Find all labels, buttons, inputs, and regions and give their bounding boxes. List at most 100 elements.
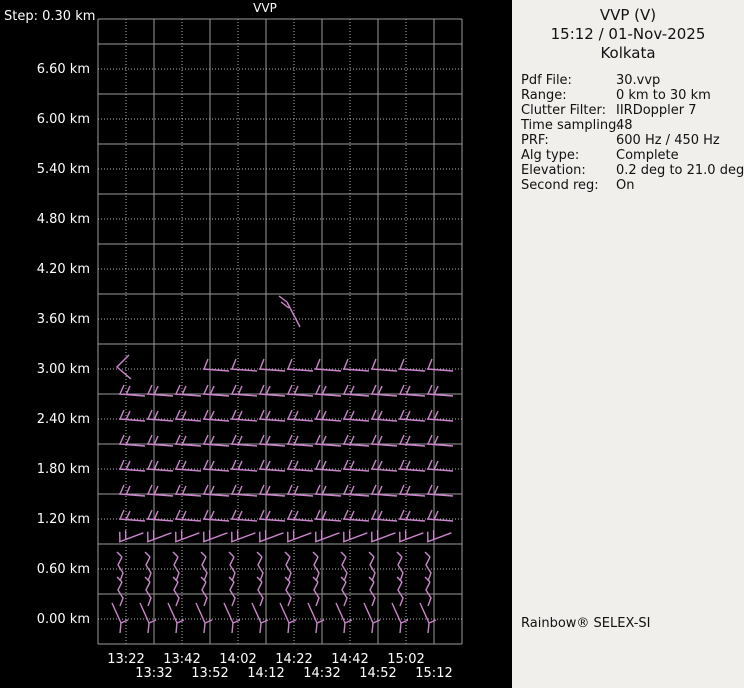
wind-barb-stroke (232, 435, 236, 444)
wind-barb-stroke (313, 552, 318, 557)
wind-barb (315, 410, 341, 421)
wind-barb (231, 460, 257, 471)
y-axis-tick-label: 6.00 km (2, 112, 90, 127)
wind-barb-stroke (176, 510, 180, 519)
x-axis-tick-label: 13:52 (191, 666, 228, 681)
wind-barb-stroke (148, 485, 152, 494)
wind-barb (173, 577, 179, 606)
wind-barb (371, 410, 397, 421)
wind-barb-stroke (285, 552, 290, 557)
x-axis-tick-label: 14:52 (359, 666, 396, 681)
info-label: Alg type: (521, 148, 616, 163)
wind-barb-stroke (176, 460, 180, 469)
wind-barb (371, 510, 397, 521)
wind-barb-stroke (425, 552, 430, 557)
wind-barb-stroke (315, 531, 339, 544)
wind-barb (425, 552, 431, 581)
wind-barb (231, 359, 257, 371)
wind-barb (119, 510, 145, 521)
wind-barb (147, 460, 173, 471)
wind-barb-stroke (232, 485, 236, 494)
wind-barb (231, 510, 257, 521)
wind-barb-stroke (371, 369, 397, 371)
wind-barb (115, 523, 143, 544)
wind-barb-stroke (287, 469, 313, 471)
wind-barb-stroke (147, 469, 173, 471)
wind-barb-stroke (371, 519, 397, 521)
wind-barb (315, 510, 341, 521)
x-axis-tick-label: 13:22 (107, 652, 144, 667)
wind-barb (145, 552, 151, 581)
wind-barb-stroke (428, 435, 432, 444)
info-row: Pdf File:30.vvp (521, 73, 744, 88)
wind-barb-stroke (288, 359, 292, 369)
wind-barb-stroke (203, 469, 229, 471)
wind-barb-stroke (204, 460, 208, 469)
wind-barb (367, 523, 395, 544)
wind-barb (395, 523, 423, 544)
wind-barb-stroke (429, 620, 436, 623)
wind-barb (145, 577, 151, 606)
info-panel: VVP (V) 15:12 / 01-Nov-2025 Kolkata Pdf … (512, 0, 744, 688)
wind-barb (287, 410, 313, 421)
wind-barb-stroke (428, 359, 432, 369)
x-axis-tick-label: 14:02 (219, 652, 256, 667)
wind-barb (425, 577, 431, 606)
wind-barb-stroke (400, 510, 404, 519)
wind-barb-stroke (119, 419, 145, 421)
wind-barb (229, 552, 235, 581)
wind-barb (229, 577, 235, 606)
wind-barb-stroke (120, 435, 124, 444)
wind-barb-stroke (400, 385, 404, 394)
wind-barb (399, 359, 425, 371)
wind-barb-stroke (145, 552, 150, 557)
y-axis-tick-label: 4.80 km (2, 212, 90, 227)
y-axis-tick-label: 6.60 km (2, 62, 90, 77)
wind-barb-stroke (148, 460, 152, 469)
wind-barb-stroke (279, 296, 287, 302)
wind-barb (147, 410, 173, 421)
wind-barb-stroke (260, 435, 264, 444)
wind-barb (311, 523, 339, 544)
wind-barb (315, 460, 341, 471)
wind-barb-stroke (260, 359, 264, 369)
wind-barb-stroke (343, 531, 367, 544)
wind-barb-stroke (175, 531, 199, 544)
wind-barb-stroke (371, 419, 397, 421)
wind-barb-stroke (204, 410, 208, 419)
wind-barb-stroke (316, 410, 320, 419)
info-label: Pdf File: (521, 73, 616, 88)
wind-barb-stroke (117, 552, 122, 557)
wind-barb-stroke (232, 410, 236, 419)
wind-barb (171, 523, 199, 544)
info-row: PRF:600 Hz / 450 Hz (521, 133, 744, 148)
info-label: Elevation: (521, 163, 616, 178)
wind-barb-stroke (121, 620, 128, 623)
panel-header: VVP (V) 15:12 / 01-Nov-2025 Kolkata (512, 0, 744, 63)
wind-barb-stroke (289, 620, 296, 623)
wind-barb-stroke (168, 603, 177, 633)
wind-barb-stroke (428, 460, 432, 469)
wind-barb-stroke (372, 485, 376, 494)
wind-barb-stroke (288, 385, 292, 394)
wind-barb (117, 577, 123, 606)
wind-barb-stroke (149, 620, 156, 623)
wind-barb-stroke (231, 469, 257, 471)
wind-barb-stroke (287, 302, 300, 327)
wind-barb (255, 523, 283, 544)
wind-barb-stroke (428, 485, 432, 494)
wind-barb-stroke (288, 460, 292, 469)
x-axis-tick-label: 14:32 (303, 666, 340, 681)
wind-barb-stroke (232, 359, 236, 369)
info-value: 0 km to 30 km (616, 88, 744, 103)
x-axis-tick-label: 14:42 (331, 652, 368, 667)
wind-barb-stroke (203, 519, 229, 521)
wind-barb-stroke (231, 419, 257, 421)
wind-barb-stroke (148, 410, 152, 419)
info-row: Range:0 km to 30 km (521, 88, 744, 103)
wind-barb-stroke (317, 620, 324, 623)
info-value: 0.2 deg to 21.0 deg (616, 163, 744, 178)
wind-barb-stroke (308, 603, 317, 633)
wind-barb (399, 410, 425, 421)
wind-barb (117, 355, 131, 379)
